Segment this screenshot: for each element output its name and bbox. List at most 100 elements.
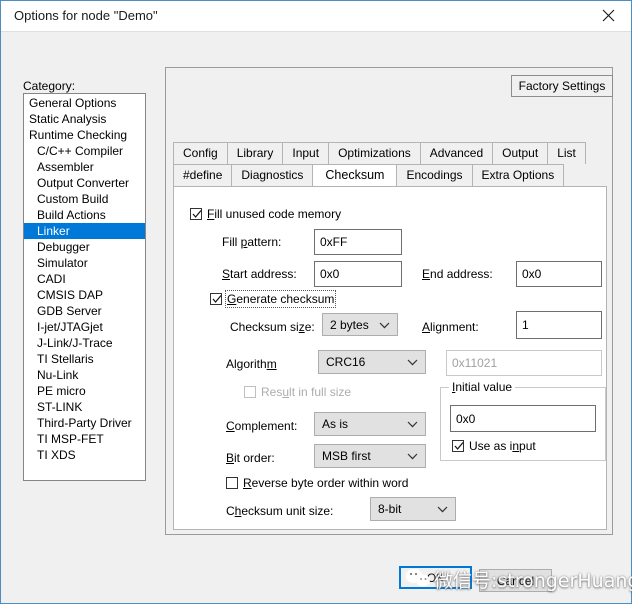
chevron-down-icon [437, 502, 448, 516]
tab-extra-options[interactable]: Extra Options [471, 164, 565, 186]
factory-settings-button[interactable]: Factory Settings [511, 75, 613, 97]
tab-output[interactable]: Output [492, 142, 549, 164]
ok-button[interactable]: OK [399, 566, 472, 589]
tab-row-primary: Config Library Input Optimizations Advanced O… [173, 142, 607, 164]
chevron-down-icon [407, 417, 418, 431]
tab-strip: Config Library Input Optimizations Advanced O… [173, 142, 607, 186]
category-item-runtime-checking[interactable]: Runtime Checking [24, 127, 145, 143]
category-item-gdb-server[interactable]: GDB Server [24, 303, 145, 319]
cancel-button[interactable]: Cancel [479, 569, 552, 592]
tab-list[interactable]: List [547, 142, 586, 164]
category-item-third-party-driver[interactable]: Third-Party Driver [24, 415, 145, 431]
checkbox-box [190, 208, 202, 220]
use-as-input-label: Use as input [469, 439, 536, 453]
use-as-input-checkbox[interactable]: Use as input [452, 439, 536, 453]
algorithm-select[interactable]: CRC16 [318, 350, 426, 374]
start-address-input[interactable]: 0x0 [314, 261, 402, 287]
end-address-label: End address: [422, 267, 493, 281]
category-item-build-actions[interactable]: Build Actions [24, 207, 145, 223]
fill-unused-code-memory-checkbox[interactable]: Fill unused code memory [190, 207, 341, 221]
chevron-down-icon [407, 449, 418, 463]
category-item-ti-msp-fet[interactable]: TI MSP-FET [24, 431, 145, 447]
category-item-ti-stellaris[interactable]: TI Stellaris [24, 351, 145, 367]
complement-value: As is [322, 417, 349, 431]
category-item-static-analysis[interactable]: Static Analysis [24, 111, 145, 127]
alignment-input[interactable]: 1 [516, 311, 602, 339]
tab-config[interactable]: Config [173, 142, 228, 164]
start-address-label: Start address: [222, 267, 297, 281]
polynomial-input[interactable]: 0x11021 [446, 350, 602, 376]
alignment-label: Alignment: [422, 320, 479, 334]
category-listbox[interactable]: General Options Static Analysis Runtime Ch… [23, 93, 146, 481]
category-item-pe-micro[interactable]: PE micro [24, 383, 145, 399]
tab-library[interactable]: Library [226, 142, 284, 164]
category-item-output-converter[interactable]: Output Converter [24, 175, 145, 191]
category-item-ti-xds[interactable]: TI XDS [24, 447, 145, 463]
options-dialog: Options for node "Demo" Category: Genera… [0, 0, 632, 604]
title-bar: Options for node "Demo" [1, 1, 631, 32]
category-item-nu-link[interactable]: Nu-Link [24, 367, 145, 383]
bit-order-value: MSB first [322, 449, 371, 463]
bit-order-label: Bit order: [226, 451, 275, 465]
category-item-cadi[interactable]: CADI [24, 271, 145, 287]
window-title: Options for node "Demo" [14, 8, 158, 23]
complement-select[interactable]: As is [314, 412, 426, 436]
generate-checksum-label: Generate checksum [224, 290, 337, 308]
tab-define[interactable]: #define [173, 164, 233, 186]
close-icon[interactable] [586, 1, 631, 30]
tab-checksum[interactable]: Checksum [312, 164, 398, 186]
start-address-value: 0x0 [320, 267, 340, 281]
cancel-button-label: Cancel [496, 573, 535, 588]
category-item-assembler[interactable]: Assembler [24, 159, 145, 175]
fill-unused-code-memory-label: Fill unused code memory [207, 207, 342, 221]
category-item-custom-build[interactable]: Custom Build [24, 191, 145, 207]
tab-diagnostics[interactable]: Diagnostics [231, 164, 314, 186]
category-item-simulator[interactable]: Simulator [24, 255, 145, 271]
tab-row-secondary: #define Diagnostics Checksum Encodings Extra… [173, 164, 607, 186]
checksum-size-value: 2 bytes [330, 317, 369, 332]
initial-value-group-title: Initial value [449, 380, 516, 394]
end-address-input[interactable]: 0x0 [516, 261, 602, 287]
tab-optimizations[interactable]: Optimizations [328, 142, 421, 164]
complement-label: Complement: [226, 419, 298, 433]
category-item-st-link[interactable]: ST-LINK [24, 399, 145, 415]
category-item-debugger[interactable]: Debugger [24, 239, 145, 255]
checkbox-box [210, 293, 222, 305]
checkbox-box [226, 477, 238, 489]
tab-advanced[interactable]: Advanced [419, 142, 494, 164]
close-glyph [602, 9, 615, 22]
category-item-c-c-compiler[interactable]: C/C++ Compiler [24, 143, 145, 159]
fill-pattern-value: 0xFF [320, 235, 348, 249]
factory-settings-label: Factory Settings [518, 79, 606, 93]
polynomial-value: 0x11021 [452, 356, 498, 370]
tab-encodings[interactable]: Encodings [396, 164, 473, 186]
check-icon [212, 295, 222, 303]
checksum-size-label: Checksum size: [230, 320, 315, 334]
initial-value-input[interactable]: 0x0 [450, 405, 596, 432]
check-icon [454, 442, 464, 450]
checksum-size-select[interactable]: 2 bytes [322, 313, 398, 336]
generate-checksum-checkbox[interactable]: Generate checksum [210, 290, 337, 308]
bit-order-select[interactable]: MSB first [314, 444, 426, 468]
alignment-value: 1 [522, 318, 529, 332]
checksum-panel: Fill unused code memory Fill pattern: 0x… [173, 186, 607, 530]
reverse-byte-order-checkbox[interactable]: Reverse byte order within word [226, 476, 408, 490]
chevron-down-icon [379, 318, 390, 332]
category-item-cmsis-dap[interactable]: CMSIS DAP [24, 287, 145, 303]
reverse-byte-order-label: Reverse byte order within word [243, 476, 409, 490]
checksum-unit-size-label: Checksum unit size: [226, 504, 334, 518]
result-in-full-size-checkbox[interactable]: Result in full size [244, 385, 351, 399]
category-item-i-jet-jtagjet[interactable]: I-jet/JTAGjet [24, 319, 145, 335]
category-label: Category: [23, 79, 76, 93]
category-item-linker[interactable]: Linker [24, 223, 145, 239]
checkbox-box [244, 386, 256, 398]
category-item-j-link-j-trace[interactable]: J-Link/J-Trace [24, 335, 145, 351]
checkbox-box [452, 440, 464, 452]
algorithm-value: CRC16 [326, 355, 366, 369]
checksum-unit-size-select[interactable]: 8-bit [370, 497, 456, 521]
fill-pattern-label: Fill pattern: [222, 235, 282, 249]
category-item-general-options[interactable]: General Options [24, 95, 145, 111]
initial-value-value: 0x0 [456, 411, 476, 426]
fill-pattern-input[interactable]: 0xFF [314, 229, 402, 255]
tab-input[interactable]: Input [282, 142, 330, 164]
